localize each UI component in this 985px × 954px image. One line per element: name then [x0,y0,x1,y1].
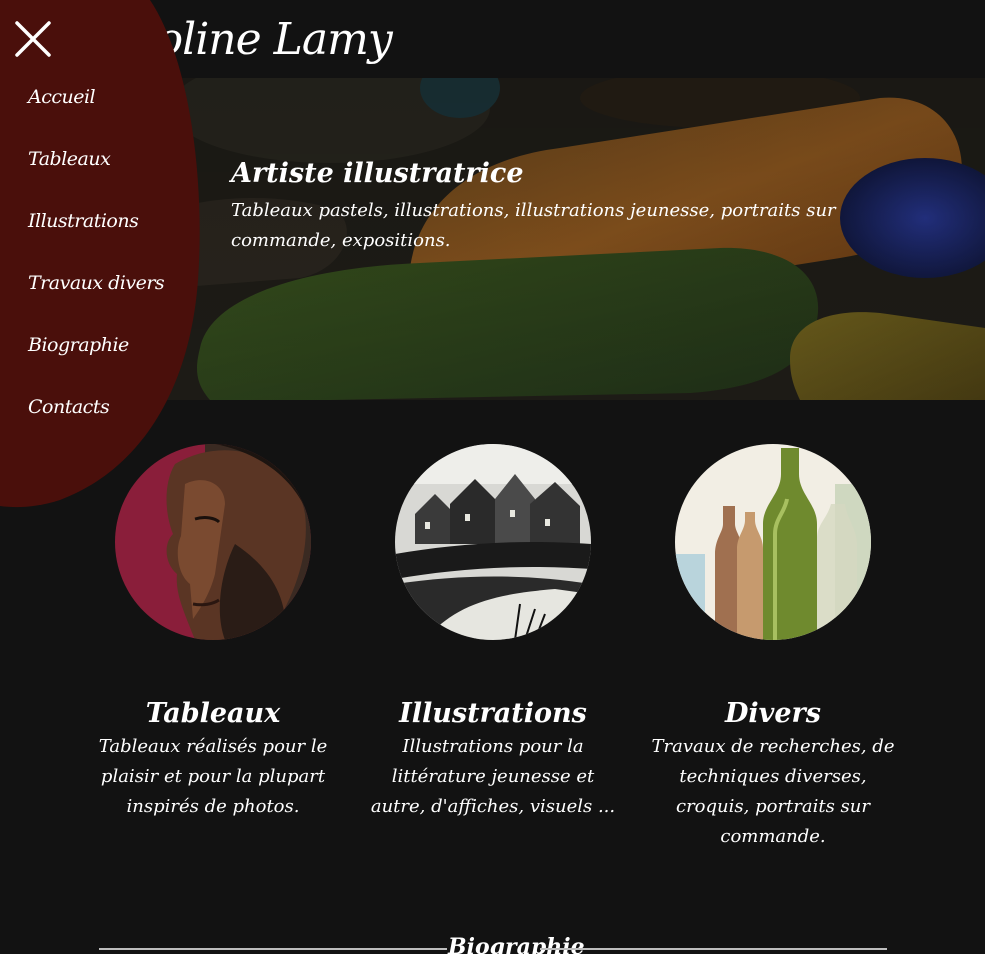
card-illustrations: Illustrations Illustrations pour la litt… [353,444,633,822]
divider-left [99,948,447,950]
hero-title: Artiste illustratrice [231,158,524,189]
divers-thumbnail[interactable] [675,444,871,640]
section-heading-biographie: Biographie [448,934,585,954]
menu-item-travaux-divers[interactable]: Travaux divers [28,266,165,328]
close-menu-button[interactable] [14,20,52,58]
card-text-illustrations: Illustrations pour la littérature jeunes… [370,736,616,817]
page: Artiste illustratrice Tableaux pastels, … [0,0,985,954]
menu-item-illustrations[interactable]: Illustrations [28,204,164,266]
divider-right [540,948,887,950]
hero-subtitle: Tableaux pastels, illustrations, illustr… [231,200,836,251]
menu-item-accueil[interactable]: Accueil [28,80,164,142]
nav-menu: Accueil Tableaux Illustrations Travaux d… [28,80,165,452]
card-text-divers: Travaux de recherches, de techniques div… [651,736,895,847]
menu-item-tableaux[interactable]: Tableaux [28,142,164,204]
hero-text: Artiste illustratrice Tableaux pastels, … [231,152,911,256]
menu-item-biographie[interactable]: Biographie [28,328,164,390]
card-title-divers[interactable]: Divers [633,696,913,732]
close-icon [15,21,51,57]
card-divers: Divers Travaux de recherches, de techniq… [633,444,913,852]
card-title-tableaux[interactable]: Tableaux [73,696,353,732]
menu-item-contacts[interactable]: Contacts [28,390,164,452]
village-illustration-image [395,444,591,640]
card-text-tableaux: Tableaux réalisés pour le plaisir et pou… [98,736,328,817]
illustrations-thumbnail[interactable] [395,444,591,640]
bottles-painting-image [675,444,871,640]
card-title-illustrations[interactable]: Illustrations [353,696,633,732]
